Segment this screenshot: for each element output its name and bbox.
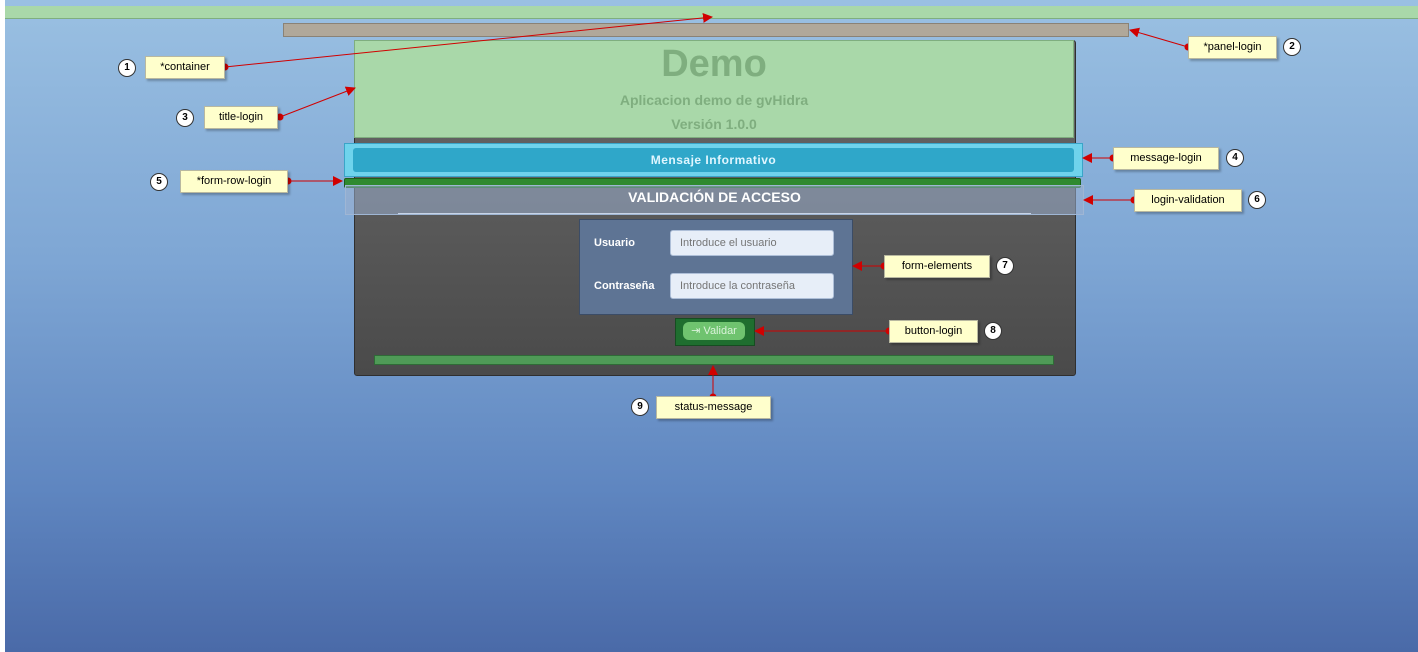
annotation-badge-6: 6 bbox=[1248, 191, 1266, 209]
annotation-form-elements: form-elements bbox=[884, 255, 990, 278]
annotation-button-login: button-login bbox=[889, 320, 978, 343]
annotation-container: *container bbox=[145, 56, 225, 79]
annotation-badge-1: 1 bbox=[118, 59, 136, 77]
arrow-container bbox=[224, 12, 713, 68]
arrow-title-login bbox=[279, 86, 356, 118]
annotation-badge-3: 3 bbox=[176, 109, 194, 127]
annotation-status-message: status-message bbox=[656, 396, 771, 419]
annotation-login-validation: login-validation bbox=[1134, 189, 1242, 212]
annotation-title-login: title-login bbox=[204, 106, 278, 129]
annotation-message-login: message-login bbox=[1113, 147, 1219, 170]
annotation-badge-8: 8 bbox=[984, 322, 1002, 340]
annotation-badge-5: 5 bbox=[150, 173, 168, 191]
annotation-badge-2: 2 bbox=[1283, 38, 1301, 56]
annotation-panel-login: *panel-login bbox=[1188, 36, 1277, 59]
arrow-panel-login bbox=[1129, 27, 1189, 48]
annotation-badge-9: 9 bbox=[631, 398, 649, 416]
annotation-badge-7: 7 bbox=[996, 257, 1014, 275]
annotation-form-row-login: *form-row-login bbox=[180, 170, 288, 193]
annotation-arrows bbox=[221, 12, 1192, 401]
annotation-badge-4: 4 bbox=[1226, 149, 1244, 167]
